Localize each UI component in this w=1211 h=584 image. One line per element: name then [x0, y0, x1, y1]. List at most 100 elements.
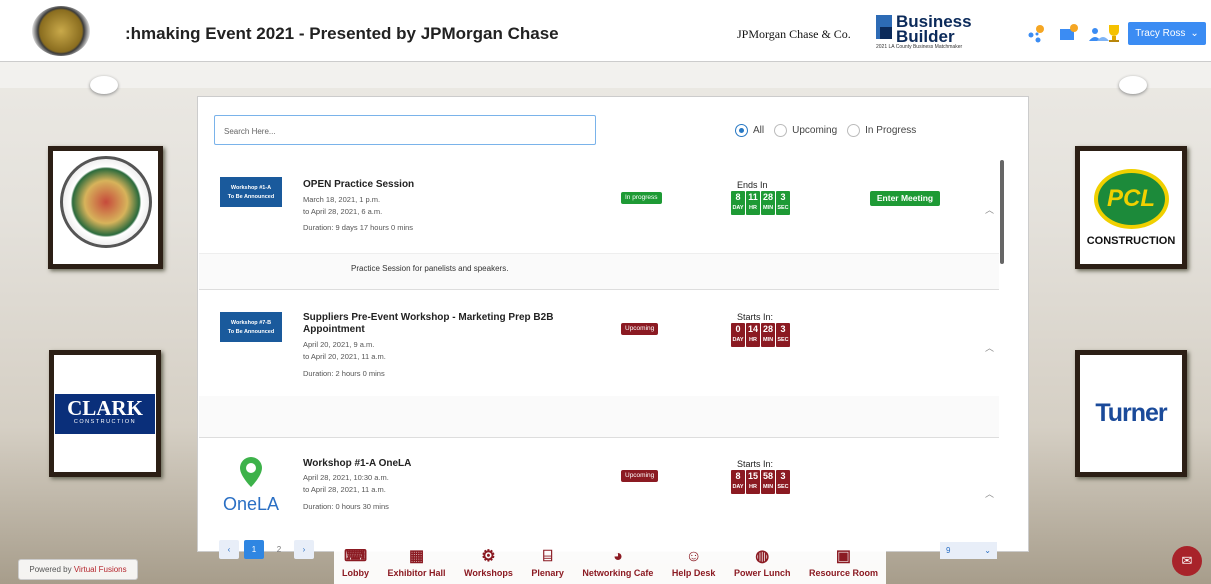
next-page-button[interactable]: ›	[294, 540, 314, 559]
resource-room-icon: ▣	[835, 548, 852, 565]
nav-label: Networking Cafe	[582, 568, 654, 578]
chevron-up-icon[interactable]: ︿	[985, 203, 994, 216]
nav-networking-cafe[interactable]: ◕ Networking Cafe	[582, 542, 653, 584]
la-county-seal-frame	[48, 146, 163, 269]
filter-all[interactable]: All	[735, 124, 764, 137]
session-description-text: Practice Session for panelists and speak…	[351, 264, 509, 273]
exhibitor-hall-icon: ▦	[408, 548, 425, 565]
jpmorgan-logo: JPMorgan Chase & Co.	[737, 27, 851, 41]
nav-label: Help Desk	[671, 568, 716, 578]
clark-logo: CLARK CONSTRUCTION	[55, 393, 155, 434]
la-county-seal-icon	[59, 156, 152, 248]
power-lunch-icon: ◍	[755, 548, 770, 565]
event-title: :hmaking Event 2021 - Presented by JPMor…	[125, 24, 559, 43]
nav-label: Workshops	[464, 568, 513, 578]
nav-label: Resource Room	[808, 568, 878, 578]
chevron-down-icon: ⌄	[984, 546, 991, 555]
session-title: Workshop #1-A OneLA	[303, 458, 412, 469]
chevron-up-icon[interactable]: ︿	[985, 341, 994, 354]
nav-plenary[interactable]: ⌸ Plenary	[531, 542, 564, 584]
countdown-days: 0 DAY	[731, 323, 745, 347]
session-row[interactable]: OneLA Workshop #1-A OneLA April 28, 2021…	[199, 441, 999, 550]
powered-by-link[interactable]: Powered by Virtual Fusions	[18, 559, 138, 580]
countdown-timer: 8 DAY 15 HR 58 MIN 3 SEC	[731, 470, 790, 494]
top-bar: :hmaking Event 2021 - Presented by JPMor…	[0, 0, 1211, 62]
lobby-icon: ⌨	[343, 548, 368, 565]
session-title: Suppliers Pre-Event Workshop - Marketing…	[303, 312, 554, 335]
countdown-label: Ends In	[737, 180, 768, 190]
onela-logo-text: OneLA	[222, 494, 280, 514]
ceiling-lamp-icon	[90, 76, 118, 94]
nav-lobby[interactable]: ⌨ Lobby	[342, 542, 369, 584]
per-page-select[interactable]: 9 ⌄	[940, 542, 997, 559]
chat-bubble-icon[interactable]: ✉	[1172, 546, 1202, 576]
nav-label: Power Lunch	[733, 568, 791, 578]
nav-help-desk[interactable]: ☺ Help Desk	[672, 542, 716, 584]
enter-meeting-button[interactable]: Enter Meeting	[870, 191, 940, 206]
filter-upcoming[interactable]: Upcoming	[774, 124, 837, 137]
filter-all-label: All	[753, 125, 765, 136]
help-desk-icon: ☺	[685, 548, 702, 565]
countdown-seconds: 3 SEC	[776, 470, 790, 494]
nav-label: Lobby	[342, 568, 369, 578]
search-input[interactable]: Search Here...	[214, 115, 596, 145]
nav-exhibitor-hall[interactable]: ▦ Exhibitor Hall	[388, 542, 446, 584]
list-scrollbar[interactable]	[1000, 160, 1004, 264]
session-list: Workshop #1-A To Be Announced OPEN Pract…	[199, 155, 1025, 550]
nav-power-lunch[interactable]: ◍ Power Lunch	[734, 542, 791, 584]
countdown-minutes: 28 MIN	[761, 191, 775, 215]
countdown-days: 8 DAY	[731, 191, 745, 215]
session-thumbnail: Workshop #7-B To Be Announced	[220, 312, 282, 342]
la-county-seal-logo	[32, 6, 90, 56]
plenary-icon: ⌸	[542, 548, 553, 565]
countdown-minutes: 58 MIN	[761, 470, 775, 494]
countdown-label: Starts In:	[737, 312, 774, 322]
radio-icon	[774, 124, 788, 137]
powered-name: Virtual Fusions	[73, 565, 127, 574]
nav-resource-room[interactable]: ▣ Resource Room	[809, 542, 878, 584]
countdown-minutes: 28 MIN	[761, 323, 775, 347]
page-button-current[interactable]: 1	[244, 540, 264, 559]
countdown-days: 8 DAY	[731, 470, 745, 494]
onela-logo: OneLA	[220, 455, 282, 519]
bottom-navigation: ⌨ Lobby ▦ Exhibitor Hall ⚙ Workshops ⌸ Plena…	[334, 542, 886, 584]
nav-label: Plenary	[531, 568, 564, 578]
page-button[interactable]: 2	[269, 540, 289, 559]
ceiling	[0, 62, 1211, 88]
radio-selected-icon	[735, 124, 748, 137]
chat-notification-icon[interactable]	[1058, 22, 1080, 44]
pagination: ‹ 1 2 ›	[219, 540, 314, 559]
session-duration: Duration: 0 hours 30 mins	[303, 502, 389, 511]
per-page-value: 9	[946, 546, 951, 555]
user-menu-button[interactable]: Tracy Ross ⌄	[1128, 22, 1206, 45]
trophy-icon[interactable]	[1102, 22, 1126, 44]
prev-page-button[interactable]: ‹	[219, 540, 239, 559]
nav-workshops[interactable]: ⚙ Workshops	[464, 542, 513, 584]
business-builder-title: Business Builder	[896, 12, 972, 46]
powered-prefix: Powered by	[29, 565, 72, 574]
network-icon[interactable]	[1026, 22, 1048, 44]
status-badge: Upcoming	[621, 323, 659, 335]
countdown-seconds: 3 SEC	[776, 323, 790, 347]
business-builder-logo-mark	[876, 15, 892, 39]
status-filter: All Upcoming In Progress	[735, 124, 916, 137]
chevron-down-icon: ⌄	[1190, 28, 1199, 39]
session-start: April 28, 2021, 10:30 a.m.	[303, 473, 389, 482]
turner-logo: Turner	[1095, 399, 1167, 427]
filter-in-progress-label: In Progress	[865, 125, 917, 136]
countdown-hours: 14 HR	[746, 323, 760, 347]
filter-in-progress[interactable]: In Progress	[847, 124, 916, 137]
session-duration: Duration: 9 days 17 hours 0 mins	[303, 223, 414, 232]
status-badge: Upcoming	[621, 470, 659, 482]
nav-label: Exhibitor Hall	[387, 568, 446, 578]
countdown-timer: 0 DAY 14 HR 28 MIN 3 SEC	[731, 323, 790, 347]
clark-logo-text: CLARK	[67, 395, 143, 420]
business-builder-subtitle: 2021 LA County Business Matchmaker	[876, 44, 963, 50]
filter-upcoming-label: Upcoming	[792, 125, 838, 136]
chevron-up-icon[interactable]: ︿	[985, 487, 994, 500]
countdown-seconds: 3 SEC	[776, 191, 790, 215]
session-start: April 20, 2021, 9 a.m.	[303, 340, 375, 349]
turner-frame: Turner	[1075, 350, 1187, 477]
clark-frame: CLARK CONSTRUCTION	[49, 350, 161, 477]
radio-icon	[847, 124, 861, 137]
